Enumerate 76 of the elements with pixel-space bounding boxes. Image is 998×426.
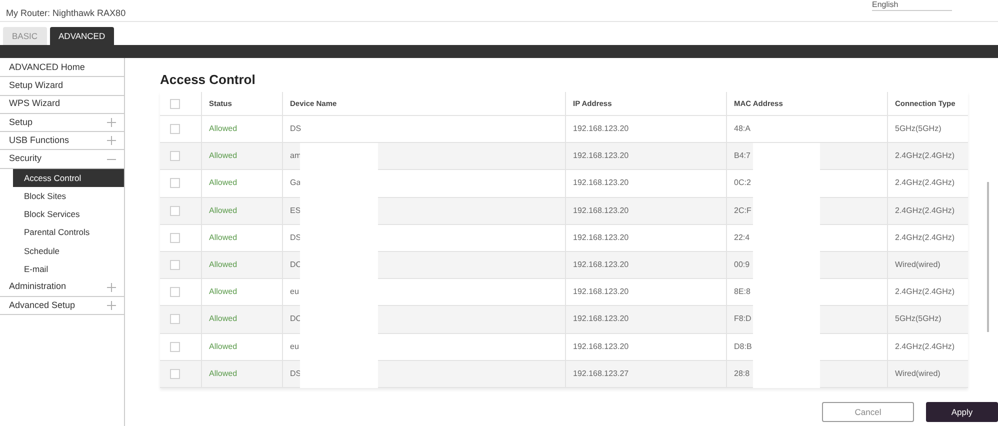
checkbox[interactable] (170, 368, 180, 379)
checkbox[interactable] (170, 98, 180, 108)
status-text: Allowed (209, 259, 238, 272)
status-text: Allowed (209, 368, 238, 380)
table-cell: 22:4 (734, 232, 750, 244)
table-cell: 5GHz(5GHz) (895, 123, 942, 136)
sidebar-subitem[interactable]: Parental Controls (13, 224, 124, 242)
table-cell: eu (290, 340, 299, 353)
table-cell: 192.168.123.20 (573, 123, 629, 136)
table-cell: Ga (290, 177, 301, 190)
table-cell: DS (290, 123, 302, 136)
sidebar-subitem[interactable]: E-mail (13, 260, 124, 279)
table-cell: 2.4GHz(2.4GHz) (895, 232, 955, 244)
sidebar-item[interactable]: Advanced Setup (0, 296, 124, 316)
status-text: Allowed (209, 123, 238, 136)
checkbox[interactable] (170, 178, 180, 188)
status-text: Allowed (209, 286, 238, 298)
sidebar-subitem[interactable]: Block Services (13, 205, 124, 224)
sidebar-subitem[interactable]: Schedule (13, 242, 124, 260)
table-cell: Wired(wired) (895, 259, 940, 272)
checkbox[interactable] (170, 124, 180, 134)
table-cell: 192.168.123.20 (573, 313, 629, 326)
checkbox[interactable] (170, 232, 180, 243)
cancel-button[interactable]: Cancel (822, 402, 914, 422)
checkbox[interactable] (170, 342, 180, 352)
table-cell: B4:7 (734, 150, 750, 162)
status-text: Allowed (209, 150, 238, 162)
sidebar-subitem[interactable]: Access Control (13, 168, 124, 188)
table-cell: 2.4GHz(2.4GHz) (895, 150, 955, 162)
table-cell: 192.168.123.20 (573, 204, 629, 217)
status-text: Allowed (209, 204, 238, 217)
table-cell: 0C:2 (734, 177, 751, 190)
apply-button[interactable]: Apply (926, 402, 998, 422)
sidebar-item[interactable]: Setup (0, 114, 124, 132)
router-name: My Router: Nighthawk RAX80 (6, 7, 126, 20)
table-cell: 2.4GHz(2.4GHz) (895, 340, 955, 353)
table-cell: 00:9 (734, 259, 750, 272)
checkbox[interactable] (170, 314, 180, 324)
status-text: Allowed (209, 340, 238, 353)
sidebar-item[interactable]: Setup Wizard (0, 77, 124, 96)
table-cell: 2.4GHz(2.4GHz) (895, 177, 955, 190)
checkbox[interactable] (170, 151, 180, 162)
table-cell: 192.168.123.20 (573, 286, 629, 298)
table-cell: 2.4GHz(2.4GHz) (895, 204, 955, 217)
table-cell: 192.168.123.27 (573, 368, 629, 380)
sidebar-item[interactable]: Administration (0, 278, 124, 297)
checkbox[interactable] (170, 206, 180, 216)
table-cell: 8E:8 (734, 286, 750, 298)
sidebar-item[interactable]: USB Functions (0, 132, 124, 150)
table-cell: 192.168.123.20 (573, 259, 629, 272)
table-cell: 5GHz(5GHz) (895, 313, 942, 326)
language-select[interactable]: English (872, 0, 952, 11)
table-cell: 2C:F (734, 204, 752, 217)
table-cell: 28:8 (734, 368, 750, 380)
sidebar-item[interactable]: WPS Wizard (0, 96, 124, 114)
table-cell: eu (290, 286, 299, 298)
table-cell: 192.168.123.20 (573, 340, 629, 353)
checkbox[interactable] (170, 260, 180, 270)
table-cell: 192.168.123.20 (573, 232, 629, 244)
status-text: Allowed (209, 313, 238, 326)
table-cell: D8:B (734, 340, 752, 353)
table-cell: Wired(wired) (895, 368, 940, 380)
scrollbar-thumb[interactable] (987, 182, 989, 332)
page-title: Access Control (160, 71, 256, 89)
table-cell: 2.4GHz(2.4GHz) (895, 286, 955, 298)
table-cell: 48:A (734, 123, 750, 136)
table-cell: 192.168.123.20 (573, 177, 629, 190)
table-cell: ES (290, 204, 301, 217)
table-cell: 192.168.123.20 (573, 150, 629, 162)
status-text: Allowed (209, 177, 238, 190)
table-cell: F8:D (734, 313, 752, 326)
sidebar-item[interactable]: ADVANCED Home (0, 59, 124, 78)
status-text: Allowed (209, 232, 238, 244)
checkbox[interactable] (170, 287, 180, 298)
nav-tab[interactable]: ADVANCED (50, 27, 114, 45)
sidebar-subitem[interactable]: Block Sites (13, 187, 124, 206)
